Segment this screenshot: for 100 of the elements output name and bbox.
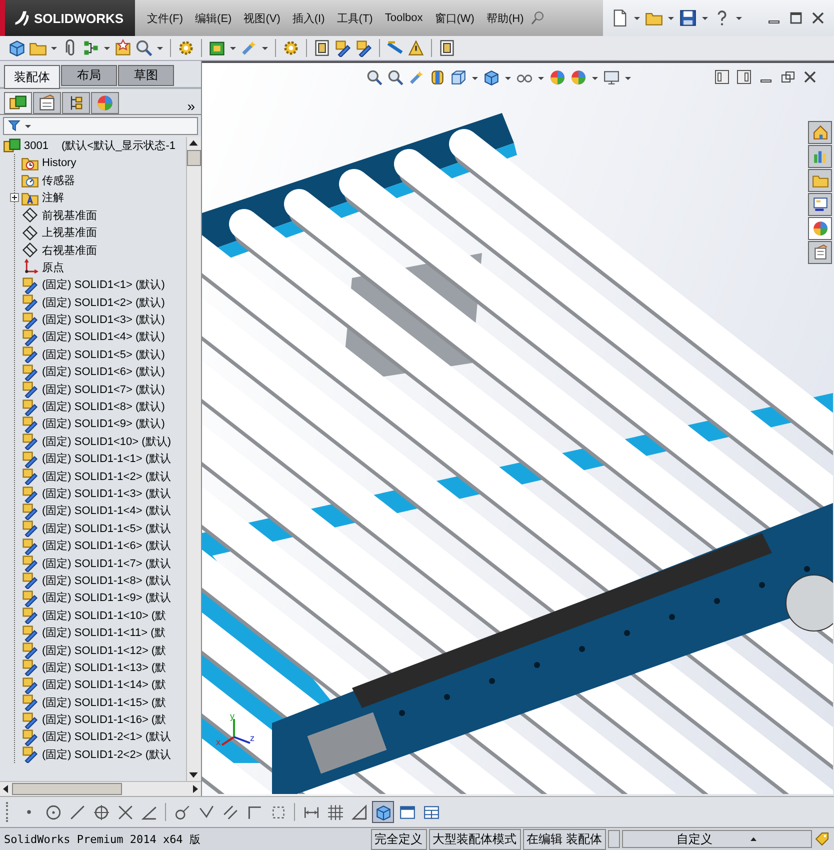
new-document-icon[interactable] <box>611 9 629 27</box>
tree-item-label[interactable]: History <box>42 157 76 170</box>
tree-item-label[interactable]: (固定) SOLID1<10> (默认) <box>42 434 171 449</box>
component-pattern-icon[interactable] <box>82 39 100 57</box>
scroll-thumb[interactable] <box>187 150 201 166</box>
magnifier-icon[interactable] <box>135 39 153 57</box>
tree-item-label[interactable]: 原点 <box>42 260 64 275</box>
tree-item-label[interactable]: (固定) SOLID1-1<7> (默认 <box>42 556 171 571</box>
tree-item-label[interactable]: (固定) SOLID1-1<10> (默 <box>42 608 166 623</box>
horizontal-scrollbar[interactable] <box>0 781 201 796</box>
tree-item-label[interactable]: 3001 <box>24 140 48 152</box>
dropdown-caret-icon[interactable] <box>261 44 269 52</box>
dropdown-caret-icon[interactable] <box>667 14 675 22</box>
dropdown-caret-icon[interactable] <box>24 122 32 130</box>
tree-item-label[interactable]: (固定) SOLID1-1<16> (默 <box>42 712 166 728</box>
monitor-icon[interactable] <box>603 69 620 86</box>
tree-item-label[interactable]: 上视基准面 <box>42 225 97 240</box>
expand-icon[interactable] <box>10 193 19 202</box>
dropdown-caret-icon[interactable] <box>229 44 237 52</box>
scroll-thumb[interactable] <box>12 783 122 795</box>
panel-tab[interactable]: 草图 <box>118 65 174 86</box>
close-icon[interactable] <box>810 10 826 26</box>
tree-item-label[interactable]: (固定) SOLID1-1<3> (默认 <box>42 486 171 501</box>
units-button[interactable]: 自定义 <box>622 830 812 848</box>
dropdown-caret-icon[interactable] <box>701 14 709 22</box>
tile-left-icon[interactable] <box>714 69 730 85</box>
menu-item[interactable]: 窗口(W) <box>428 8 480 28</box>
tree-item-label[interactable]: (固定) SOLID1-1<9> (默认 <box>42 590 171 606</box>
save-icon[interactable] <box>679 9 697 27</box>
zoom-icon[interactable] <box>366 69 383 86</box>
gear-icon[interactable] <box>177 39 195 57</box>
tree-item-label[interactable]: (固定) SOLID1-1<4> (默认 <box>42 503 171 518</box>
tree-item-label[interactable]: (固定) SOLID1-2<1> (默认 <box>42 729 171 744</box>
tree-item-label[interactable]: (固定) SOLID1-1<8> (默认 <box>42 572 171 588</box>
task-pane-tab[interactable] <box>808 193 832 216</box>
restore-icon[interactable] <box>780 69 796 85</box>
tree-item-label[interactable]: 传感器 <box>42 172 75 188</box>
manager-tab[interactable] <box>62 92 90 114</box>
tree-item-label[interactable]: (固定) SOLID1<1> (默认) <box>42 277 165 292</box>
tree-item-label[interactable]: (固定) SOLID1<5> (默认) <box>42 346 165 362</box>
appearance-icon[interactable] <box>549 69 566 86</box>
folder-star-icon[interactable] <box>114 39 132 57</box>
filter-icon[interactable] <box>8 119 22 133</box>
tree-item-label[interactable]: (固定) SOLID1<7> (默认) <box>42 382 165 397</box>
menu-item[interactable]: 视图(V) <box>238 8 286 28</box>
view-orientation-icon[interactable] <box>450 69 467 86</box>
dropdown-caret-icon[interactable] <box>735 14 743 22</box>
tree-item-label[interactable]: (固定) SOLID1<3> (默认) <box>42 312 165 328</box>
vertical-scrollbar[interactable] <box>186 137 201 781</box>
zoom-area-icon[interactable] <box>387 69 404 86</box>
panel-tab[interactable]: 布局 <box>61 65 117 86</box>
task-pane-tab[interactable] <box>808 217 832 240</box>
maximize-icon[interactable] <box>788 10 804 26</box>
menu-item[interactable]: Toolbox <box>378 10 429 26</box>
tree-item-label[interactable]: (固定) SOLID1-1<14> (默 <box>42 677 166 692</box>
dropdown-caret-icon[interactable] <box>50 44 58 52</box>
menu-item[interactable]: 工具(T) <box>330 8 379 28</box>
tree-item-label[interactable]: (固定) SOLID1-1<12> (默 <box>42 642 166 658</box>
measure-icon[interactable] <box>386 39 404 57</box>
display-style-icon[interactable] <box>483 69 500 86</box>
manager-tab[interactable] <box>33 92 61 114</box>
sketch-tool-button[interactable] <box>372 801 394 823</box>
graphics-viewport[interactable]: x y z <box>202 61 834 796</box>
dropdown-caret-icon[interactable] <box>156 44 164 52</box>
section-view-icon[interactable] <box>429 69 446 86</box>
task-pane-tab[interactable] <box>808 241 832 264</box>
tree-item-label[interactable]: (固定) SOLID1-1<5> (默认 <box>42 520 171 536</box>
tree-item-label[interactable]: 注解 <box>42 190 64 206</box>
part-icon <box>21 571 39 590</box>
tree-item-label[interactable]: 前视基准面 <box>42 208 97 223</box>
tree-item-label[interactable]: (固定) SOLID1-1<15> (默 <box>42 694 166 710</box>
more-button[interactable]: » <box>185 98 197 114</box>
part-pen-icon[interactable] <box>355 39 373 57</box>
tag-icon[interactable] <box>814 831 830 847</box>
manager-tab[interactable] <box>4 92 32 114</box>
tree-item-label[interactable]: 右视基准面 <box>42 242 97 258</box>
tree-item-label[interactable]: (固定) SOLID1<9> (默认) <box>42 416 165 432</box>
tree-item-label[interactable]: (固定) SOLID1<6> (默认) <box>42 364 165 380</box>
menu-item[interactable]: 文件(F) <box>141 8 190 28</box>
dropdown-caret-icon[interactable] <box>633 14 641 22</box>
tree-item-label[interactable]: (固定) SOLID1<8> (默认) <box>42 399 165 414</box>
tree-item-label[interactable]: (固定) SOLID1-2<2> (默认 <box>42 746 171 762</box>
tree-item-label[interactable]: (固定) SOLID1-1<2> (默认 <box>42 468 171 484</box>
menu-item[interactable]: 帮助(H) <box>480 8 530 28</box>
dropdown-caret-icon[interactable] <box>103 44 111 52</box>
tree-item-label[interactable]: (固定) SOLID1-1<11> (默 <box>42 625 166 640</box>
warning-icon[interactable] <box>407 39 425 57</box>
tree-item-label[interactable]: (固定) SOLID1-1<6> (默认 <box>42 538 171 554</box>
tile-right-icon[interactable] <box>736 69 752 85</box>
tree-item-label[interactable]: (固定) SOLID1-1<13> (默 <box>42 660 166 675</box>
close-icon[interactable] <box>802 69 818 85</box>
tree-item-label[interactable]: (固定) SOLID1<4> (默认) <box>42 329 165 344</box>
panel-tab[interactable]: 装配体 <box>4 65 60 89</box>
block-icon[interactable] <box>208 39 226 57</box>
tree-item-label[interactable]: (固定) SOLID1<2> (默认) <box>42 294 165 310</box>
menu-item[interactable]: 编辑(E) <box>189 8 238 28</box>
part-pen-icon[interactable] <box>334 39 352 57</box>
cube-icon[interactable] <box>8 39 26 57</box>
tree-item-label[interactable]: (固定) SOLID1-1<1> (默认 <box>42 451 171 466</box>
menu-item[interactable]: 插入(I) <box>286 8 331 28</box>
